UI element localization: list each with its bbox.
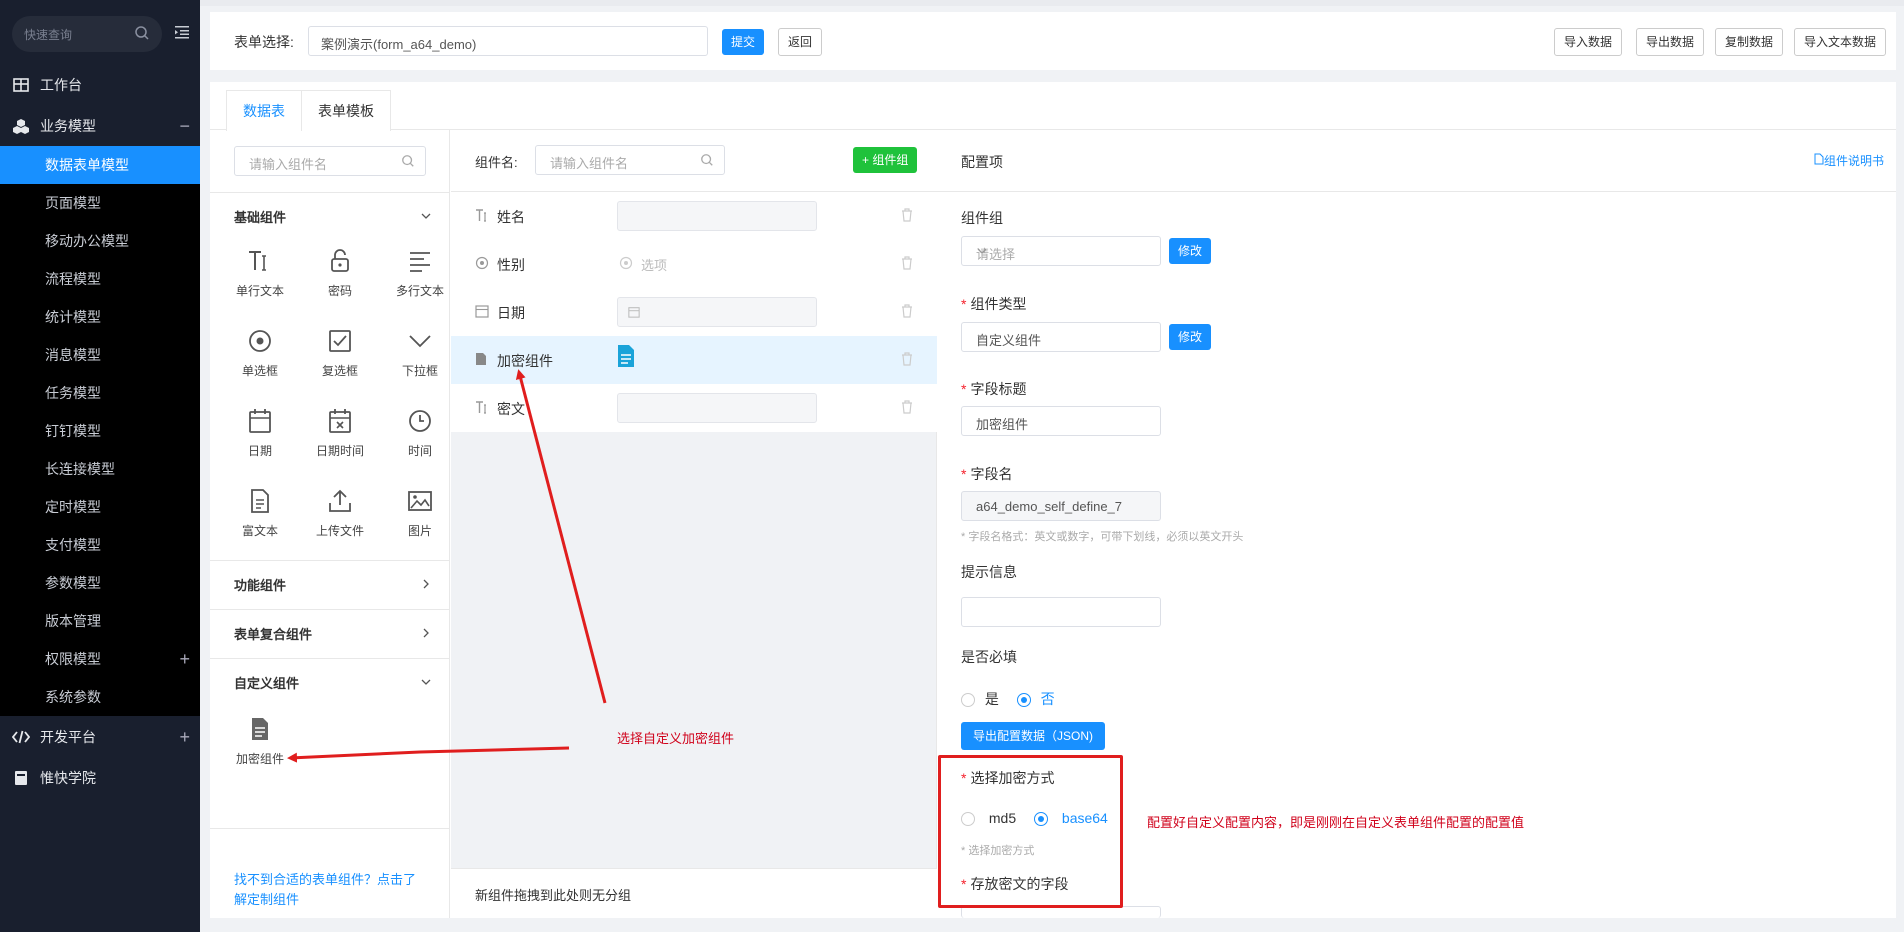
annotation-arrow-left xyxy=(287,746,570,763)
annotation-arrows xyxy=(287,369,607,763)
annotation-arrow-up xyxy=(515,369,607,704)
